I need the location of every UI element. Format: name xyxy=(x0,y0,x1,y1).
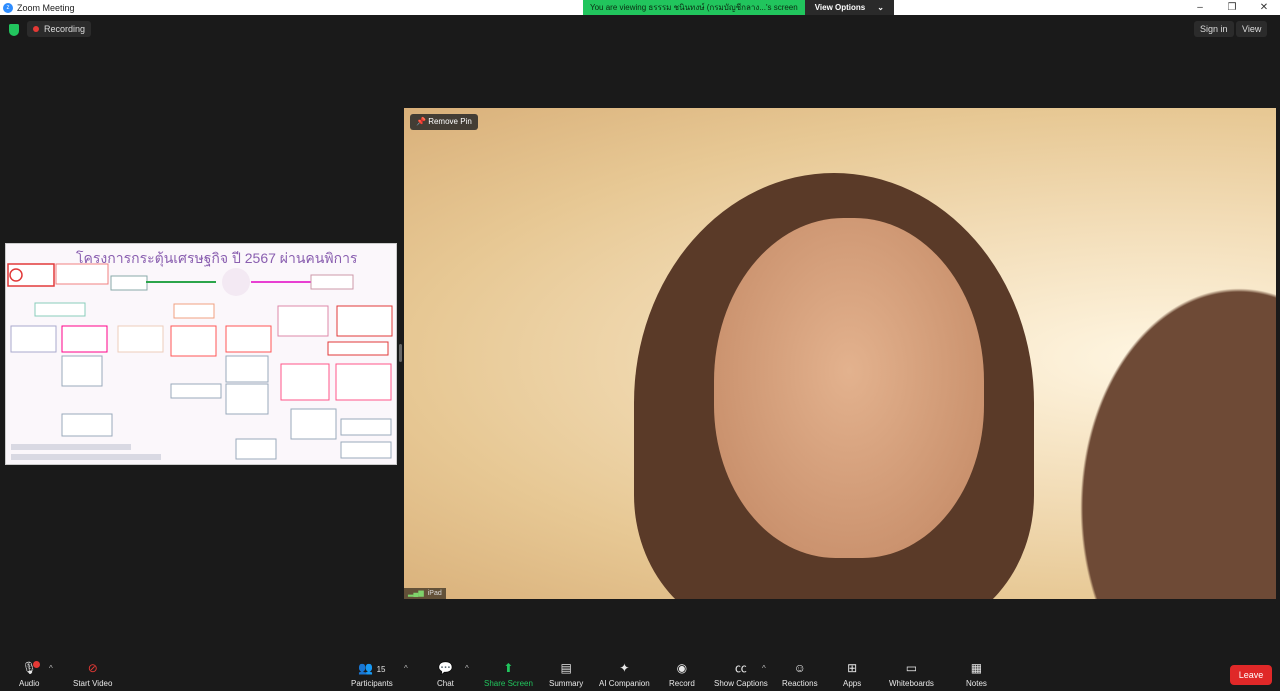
start-video-label: Start Video xyxy=(73,679,113,688)
participants-count: 15 xyxy=(376,665,386,674)
share-screen-button[interactable]: ⬆ Share Screen xyxy=(484,660,533,688)
pinned-video[interactable] xyxy=(404,108,1276,599)
reactions-label: Reactions xyxy=(782,679,818,688)
recording-dot-icon xyxy=(33,26,39,32)
apps-button[interactable]: ⊞ Apps xyxy=(843,660,861,688)
chat-options-caret-icon[interactable]: ^ xyxy=(465,664,469,673)
participant-face-shape xyxy=(714,218,984,558)
start-video-button[interactable]: ⊘ Start Video xyxy=(73,660,112,688)
view-options-button[interactable]: View Options ⌄ xyxy=(804,0,894,15)
restore-button[interactable]: ❐ xyxy=(1216,0,1248,15)
signal-strength-icon: ▂▄▆ xyxy=(408,590,424,597)
share-banner-message: You are viewing ธรรรม ชนินทงษ์ (กรมบัญชี… xyxy=(583,0,805,15)
summary-icon: ▤ xyxy=(560,661,572,675)
chevron-down-icon: ⌄ xyxy=(877,3,884,12)
record-button[interactable]: ◉ Record xyxy=(669,660,695,688)
notes-button[interactable]: ▦ Notes xyxy=(966,660,987,688)
video-off-icon: ⊘ xyxy=(87,661,98,675)
remove-pin-button[interactable]: 📌 Remove Pin xyxy=(410,114,478,130)
summary-label: Summary xyxy=(549,679,584,688)
record-label: Record xyxy=(669,679,695,688)
participants-label: Participants xyxy=(351,679,393,688)
notes-icon: ▦ xyxy=(970,661,983,675)
participants-icon: 👥 15 xyxy=(358,661,386,675)
reactions-button[interactable]: ☺ Reactions xyxy=(782,660,818,688)
sign-in-button[interactable]: Sign in xyxy=(1194,21,1234,37)
whiteboards-button[interactable]: ▭ Whiteboards xyxy=(889,660,934,688)
leave-button[interactable]: Leave xyxy=(1230,665,1272,685)
chat-button[interactable]: 💬 Chat xyxy=(437,660,454,688)
audio-label: Audio xyxy=(19,679,40,688)
chat-icon: 💬 xyxy=(437,661,453,675)
share-screen-icon: ⬆ xyxy=(503,661,514,675)
share-screen-label: Share Screen xyxy=(484,679,533,688)
recording-indicator[interactable]: Recording xyxy=(27,21,92,37)
captions-icon: ㏄ xyxy=(734,661,747,675)
participant-device-label: iPad xyxy=(427,590,442,597)
security-shield-icon[interactable] xyxy=(9,24,19,36)
ai-sparkle-icon: ✦ xyxy=(619,661,630,675)
view-options-label: View Options xyxy=(814,3,866,12)
shared-slide-diagram xyxy=(7,263,393,460)
chat-label: Chat xyxy=(437,679,454,688)
close-button[interactable]: ✕ xyxy=(1248,0,1280,15)
reactions-icon: ☺ xyxy=(793,661,806,675)
share-banner: You are viewing ธรรรม ชนินทงษ์ (กรมบัญชี… xyxy=(583,0,894,15)
captions-options-caret-icon[interactable]: ^ xyxy=(762,664,766,673)
apps-icon: ⊞ xyxy=(847,661,858,675)
audio-options-caret-icon[interactable]: ^ xyxy=(49,664,53,673)
minimize-button[interactable]: – xyxy=(1184,0,1216,15)
participant-name-tag: ▂▄▆ iPad xyxy=(404,588,446,599)
view-button[interactable]: View xyxy=(1236,21,1268,37)
apps-label: Apps xyxy=(843,679,862,688)
panel-resize-handle[interactable] xyxy=(399,344,402,362)
window-title: Zoom Meeting xyxy=(17,2,75,13)
zoom-logo-icon: z xyxy=(3,2,13,13)
participants-options-caret-icon[interactable]: ^ xyxy=(404,664,408,673)
ai-companion-label: AI Companion xyxy=(599,679,650,688)
summary-button[interactable]: ▤ Summary xyxy=(549,660,583,688)
window-controls: – ❐ ✕ xyxy=(1184,0,1280,15)
whiteboard-icon: ▭ xyxy=(905,661,918,675)
whiteboards-label: Whiteboards xyxy=(889,679,934,688)
remove-pin-label: Remove Pin xyxy=(428,117,472,126)
ai-companion-button[interactable]: ✦ AI Companion xyxy=(599,660,650,688)
record-icon: ◉ xyxy=(676,661,688,675)
muted-badge-icon xyxy=(33,661,40,668)
participants-button[interactable]: 👥 15 Participants xyxy=(351,660,393,688)
show-captions-label: Show Captions xyxy=(714,679,768,688)
show-captions-button[interactable]: ㏄ Show Captions xyxy=(714,660,768,688)
notes-label: Notes xyxy=(966,679,987,688)
recording-label: Recording xyxy=(44,24,86,34)
meeting-topbar xyxy=(0,15,1280,43)
shared-screen-panel[interactable]: โครงการกระตุ้นเศรษฐกิจ ปี 2567 ผ่านคนพิก… xyxy=(5,243,397,465)
